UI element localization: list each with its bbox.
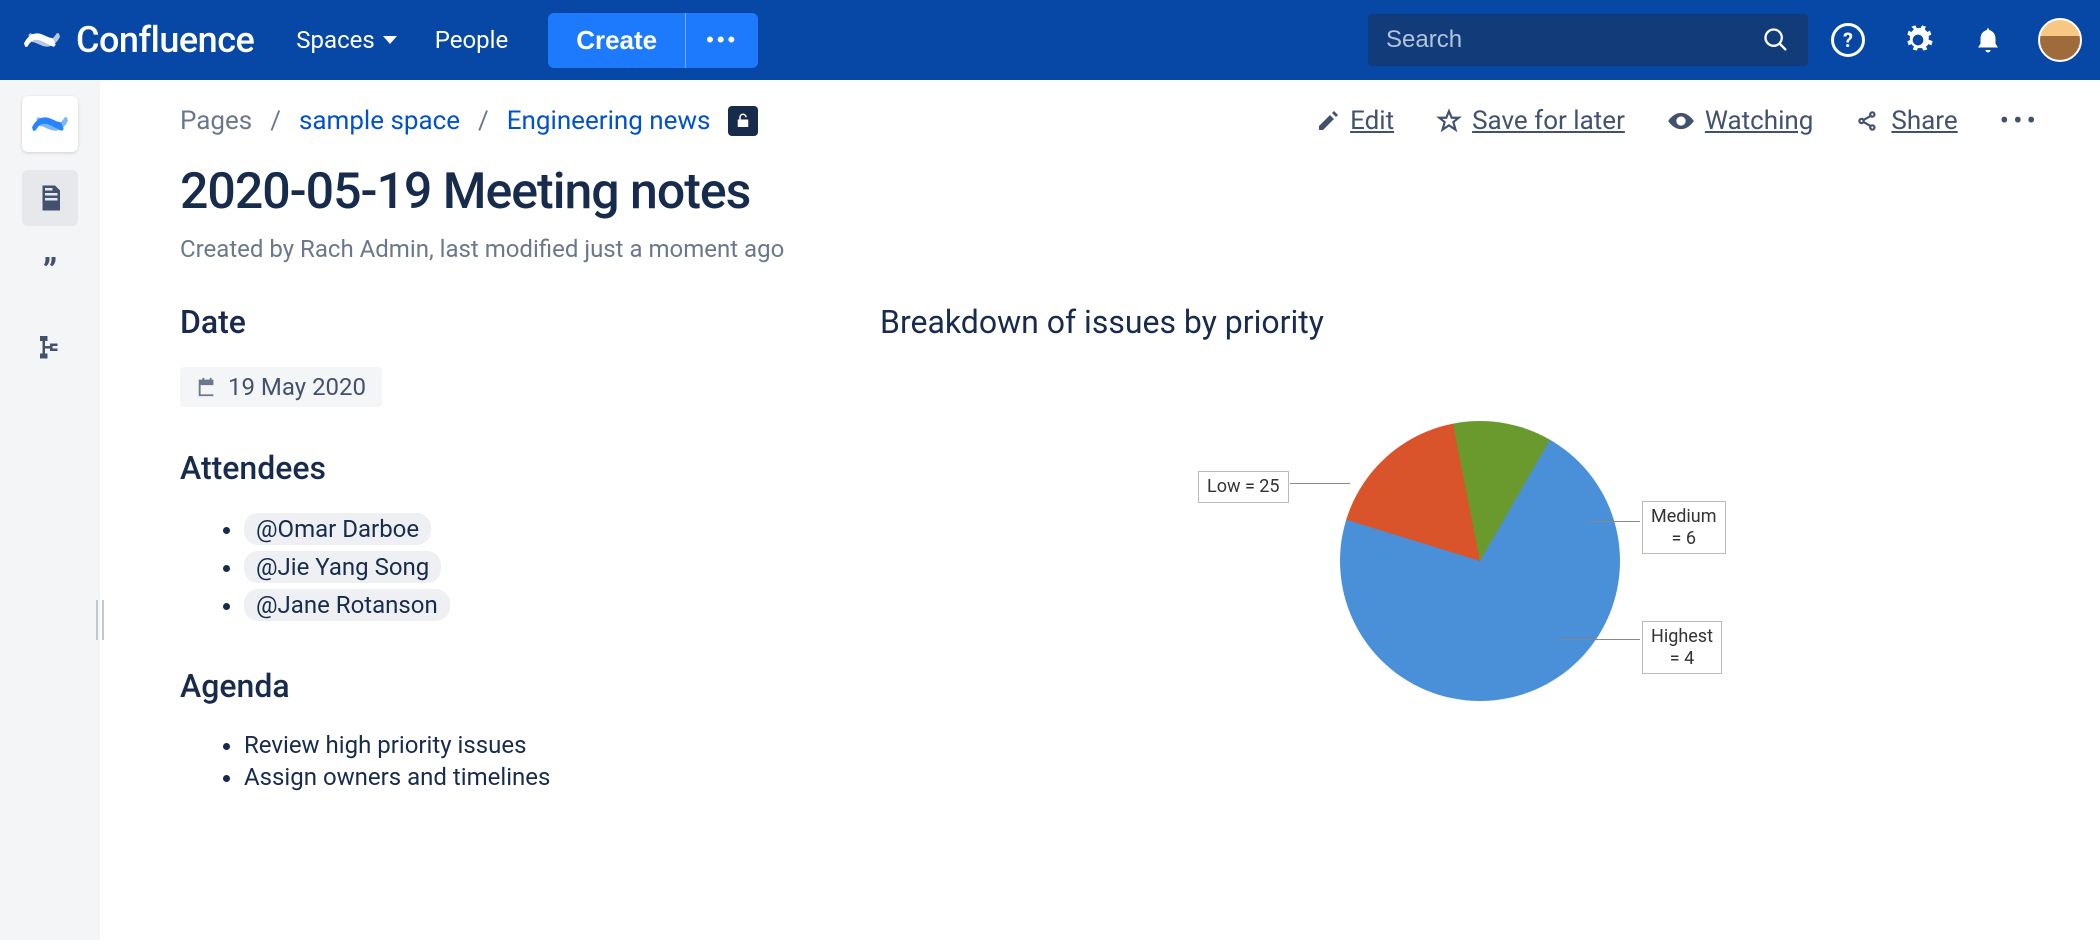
confluence-logo-icon [24, 22, 60, 58]
top-nav: Confluence Spaces People Create ••• ? [0, 0, 2100, 80]
chart-label-highest: Highest = 4 [1642, 621, 1722, 674]
user-mention[interactable]: @Jane Rotanson [244, 589, 450, 621]
share-icon [1855, 108, 1881, 134]
chart-label-low: Low = 25 [1198, 471, 1289, 503]
share-button[interactable]: Share [1855, 106, 1957, 136]
page-byline: Created by Rach Admin, last modified jus… [180, 235, 2040, 263]
section-agenda-heading: Agenda [180, 667, 820, 705]
bell-icon [1973, 25, 2003, 55]
section-attendees-heading: Attendees [180, 449, 820, 487]
list-item: @Jie Yang Song [244, 551, 820, 583]
chevron-down-icon [383, 36, 397, 44]
edit-button[interactable]: Edit [1316, 106, 1394, 136]
nav-spaces[interactable]: Spaces [282, 18, 410, 62]
create-button[interactable]: Create [548, 13, 685, 68]
breadcrumb-root[interactable]: Pages [180, 106, 252, 136]
search-box[interactable] [1368, 14, 1808, 66]
date-chip: 19 May 2020 [180, 367, 382, 407]
list-item: Review high priority issues [244, 731, 820, 759]
help-button[interactable]: ? [1826, 18, 1870, 62]
user-mention[interactable]: @Omar Darboe [244, 513, 431, 545]
list-item: Assign owners and timelines [244, 763, 820, 791]
settings-button[interactable] [1896, 18, 1940, 62]
list-item: @Omar Darboe [244, 513, 820, 545]
dots-icon: ••• [706, 27, 738, 53]
chart-label-medium: Medium = 6 [1642, 501, 1726, 554]
page-content: Pages / sample space / Engineering news … [100, 80, 2100, 940]
sidebar: ” [0, 80, 100, 940]
page-icon [35, 183, 65, 213]
nav-people[interactable]: People [421, 18, 522, 62]
confluence-space-icon [32, 106, 68, 142]
restrictions-icon[interactable] [728, 106, 758, 136]
chart-title: Breakdown of issues by priority [880, 303, 2040, 341]
search-icon [1762, 26, 1790, 54]
attendees-list: @Omar Darboe @Jie Yang Song @Jane Rotans… [180, 513, 820, 621]
gear-icon [1902, 24, 1934, 56]
calendar-icon [196, 376, 218, 398]
list-item: @Jane Rotanson [244, 589, 820, 621]
breadcrumb-space[interactable]: sample space [299, 106, 460, 136]
notifications-button[interactable] [1966, 18, 2010, 62]
star-icon [1436, 108, 1462, 134]
help-icon: ? [1831, 23, 1865, 57]
watching-button[interactable]: Watching [1667, 106, 1814, 136]
page-actions: Edit Save for later Watching Share ••• [1316, 104, 2040, 137]
unlock-icon [734, 112, 752, 130]
tree-icon [35, 331, 65, 361]
pie-graphic [1340, 421, 1620, 701]
product-logo[interactable]: Confluence [24, 19, 254, 61]
sidebar-tree[interactable] [22, 318, 78, 374]
create-more-button[interactable]: ••• [685, 13, 758, 68]
pie-chart: Low = 25 Medium = 6 Highest = 4 [1180, 381, 1740, 741]
breadcrumb-parent[interactable]: Engineering news [507, 106, 711, 136]
save-for-later-button[interactable]: Save for later [1436, 106, 1625, 136]
eye-icon [1667, 107, 1695, 135]
product-name: Confluence [76, 19, 254, 61]
agenda-list: Review high priority issues Assign owner… [180, 731, 820, 791]
sidebar-pages[interactable] [22, 170, 78, 226]
page-title: 2020-05-19 Meeting notes [180, 163, 2040, 221]
sidebar-quotes[interactable]: ” [22, 244, 78, 300]
quote-icon: ” [43, 251, 58, 293]
user-mention[interactable]: @Jie Yang Song [244, 551, 441, 583]
section-date-heading: Date [180, 303, 820, 341]
pencil-icon [1316, 109, 1340, 133]
search-input[interactable] [1386, 26, 1762, 54]
sidebar-space-icon[interactable] [22, 96, 78, 152]
page-more-button[interactable]: ••• [2000, 104, 2040, 137]
user-avatar[interactable] [2038, 18, 2082, 62]
breadcrumb: Pages / sample space / Engineering news [180, 106, 710, 136]
